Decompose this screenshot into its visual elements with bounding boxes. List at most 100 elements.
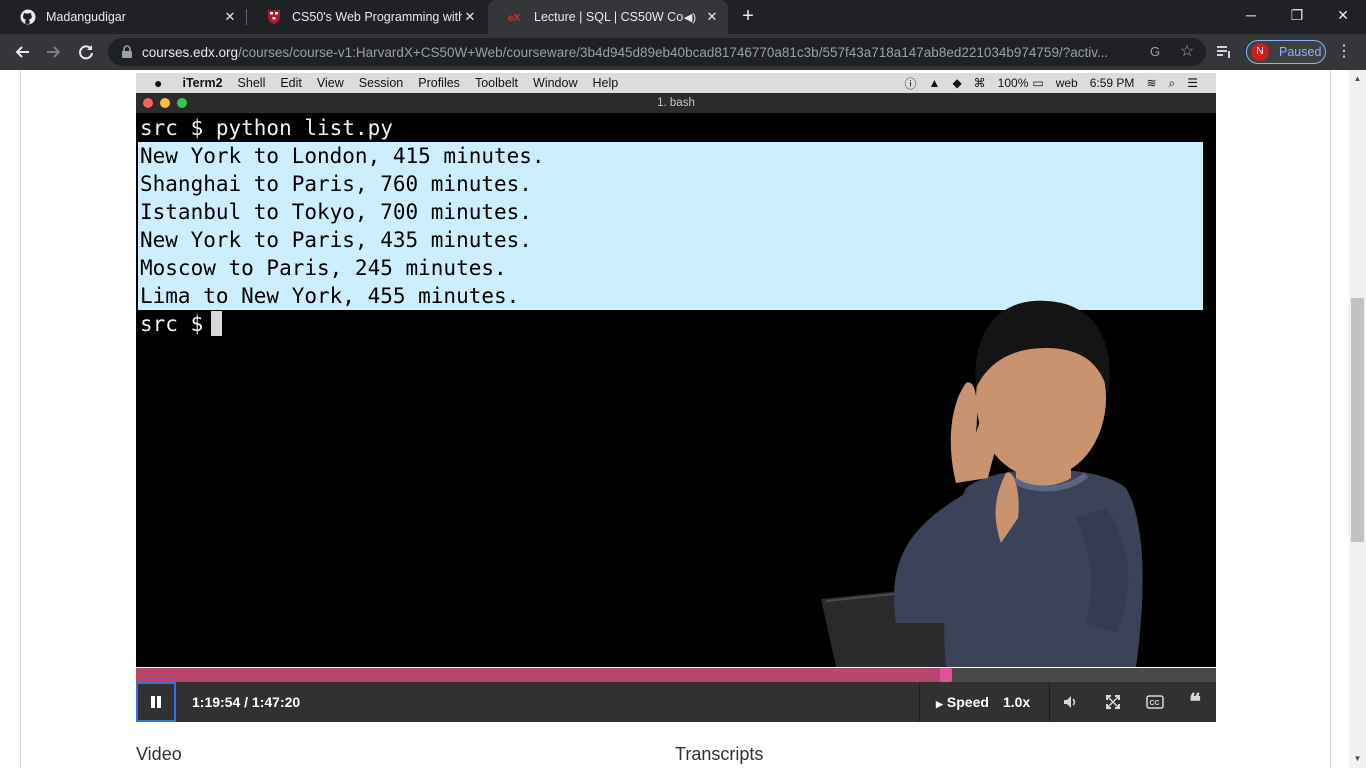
page-scrollbar[interactable]: ▲ ▼	[1349, 70, 1366, 768]
menu-item: Profiles	[418, 76, 460, 90]
svg-text:eX: eX	[508, 13, 521, 23]
transcripts-heading: Transcripts	[675, 744, 764, 764]
menu-item: View	[316, 76, 344, 90]
edx-icon: eX	[508, 9, 524, 25]
pause-button[interactable]	[136, 682, 176, 722]
output-line: Moscow to Paris, 245 minutes.	[140, 256, 507, 280]
browser-toolbar: courses.edx.org/courses/course-v1:Harvar…	[0, 34, 1366, 70]
reload-button[interactable]	[72, 38, 100, 66]
terminal-cursor	[211, 311, 222, 336]
bookmark-star-icon[interactable]: ☆	[1179, 44, 1195, 60]
mac-menubar: ● iTerm2 Shell Edit View Session Profile…	[136, 73, 1216, 93]
menu-app-name: iTerm2	[182, 76, 223, 90]
url-host: courses.edx.org	[142, 44, 239, 60]
chrome-menu-icon[interactable]: ⋮	[1336, 42, 1352, 62]
restore-icon[interactable]: ❐	[1274, 0, 1320, 30]
volume-icon	[1064, 696, 1076, 708]
mac-status-area: ⓘ ▲ ◆ ⌘ 100% ▭ web 6:59 PM ≋ ⌕ ☰	[893, 73, 1198, 93]
output-line: New York to Paris, 435 minutes.	[140, 228, 532, 252]
maximize-dot-icon	[177, 98, 187, 108]
tab-title: CS50's Web Programming with P	[292, 10, 462, 24]
lock-icon[interactable]	[120, 45, 134, 59]
back-button[interactable]	[8, 38, 36, 66]
quote-icon: ❝	[1189, 689, 1201, 715]
close-tab-icon[interactable]: ✕	[704, 9, 720, 25]
tab-lecture-active[interactable]: eX Lecture | SQL | CS50W Cours ◀) ✕	[488, 0, 728, 34]
menu-item: Session	[358, 76, 404, 90]
harvard-shield-icon	[266, 9, 282, 25]
github-icon	[20, 9, 36, 25]
url-path: /courses/course-v1:HarvardX+CS50W+Web/co…	[238, 44, 1109, 60]
content-border	[20, 70, 21, 768]
tab-title: Madangudigar	[46, 10, 126, 24]
terminal-title: 1. bash	[136, 93, 1216, 113]
progress-fill	[136, 668, 946, 682]
prompt-line: src $	[140, 312, 216, 336]
output-line: Lima to New York, 455 minutes.	[140, 284, 520, 308]
audio-playing-icon[interactable]: ◀)	[684, 11, 696, 24]
docker-icon: ▲	[928, 76, 941, 90]
video-player[interactable]: ● iTerm2 Shell Edit View Session Profile…	[136, 73, 1216, 667]
output-line: Shanghai to Paris, 760 minutes.	[140, 172, 532, 196]
content-border	[1330, 70, 1331, 768]
caret-right-icon: ▶	[936, 699, 943, 709]
pause-icon	[150, 696, 162, 708]
tab-github[interactable]: Madangudigar ✕	[0, 0, 246, 34]
translate-icon[interactable]: G	[1147, 44, 1163, 60]
close-dot-icon	[143, 98, 153, 108]
output-line: Istanbul to Tokyo, 700 minutes.	[140, 200, 532, 224]
clock: 6:59 PM	[1089, 76, 1135, 90]
scroll-down-icon[interactable]: ▼	[1353, 754, 1362, 763]
avatar: N	[1251, 43, 1269, 61]
transcript-toggle-button[interactable]: ❝	[1174, 682, 1216, 722]
captions-button[interactable]: CC	[1134, 682, 1176, 722]
playlist-icon	[1217, 46, 1230, 58]
minimize-dot-icon	[160, 98, 170, 108]
battery-icon: ▭	[1032, 76, 1044, 90]
profile-button[interactable]: N Paused	[1246, 40, 1326, 64]
tab-cs50[interactable]: CS50's Web Programming with P ✕	[246, 0, 486, 34]
status-label: web	[1055, 76, 1078, 90]
forward-button[interactable]	[40, 38, 68, 66]
svg-text:CC: CC	[1150, 700, 1160, 707]
close-tab-icon[interactable]: ✕	[222, 9, 238, 25]
menu-item: Edit	[280, 76, 302, 90]
fullscreen-icon	[1106, 695, 1120, 709]
scroll-thumb[interactable]	[1351, 298, 1364, 542]
url-text: courses.edx.org/courses/course-v1:Harvar…	[142, 45, 1132, 60]
control-divider	[919, 682, 920, 722]
video-controls: 1:19:54 / 1:47:20 ▶ Speed 1.0x CC ❝	[136, 682, 1216, 722]
volume-button[interactable]	[1050, 682, 1092, 722]
menu-item: Help	[592, 76, 619, 90]
video-progress-bar[interactable]	[136, 668, 1216, 682]
output-line: New York to London, 415 minutes.	[140, 144, 545, 168]
profile-status: Paused	[1279, 45, 1322, 59]
presenter-figure	[821, 300, 1143, 667]
new-tab-button[interactable]: +	[738, 6, 758, 26]
progress-scrubber[interactable]	[940, 668, 952, 682]
speed-button[interactable]: ▶ Speed 1.0x	[936, 682, 1030, 722]
reload-icon	[79, 45, 93, 60]
close-tab-icon[interactable]: ✕	[462, 9, 478, 25]
tab-strip: Madangudigar ✕ CS50's Web Programming wi…	[0, 0, 1366, 34]
speed-label: Speed	[946, 694, 989, 710]
spotlight-icon: ⌕	[1168, 75, 1176, 90]
apple-icon: ●	[154, 75, 163, 91]
minimize-icon[interactable]: ─	[1228, 0, 1274, 30]
page-content: ● iTerm2 Shell Edit View Session Profile…	[0, 70, 1366, 768]
forward-arrow-icon	[47, 46, 61, 58]
close-window-icon[interactable]: ✕	[1320, 0, 1366, 30]
back-arrow-icon	[15, 46, 29, 58]
command-icon: ⌘	[973, 76, 986, 90]
command-line: src $ python list.py	[140, 116, 393, 140]
media-control-button[interactable]	[1210, 38, 1238, 66]
dropbox-icon: ◆	[952, 76, 962, 90]
time-display: 1:19:54 / 1:47:20	[192, 694, 301, 710]
wifi-icon: ≋	[1146, 76, 1157, 90]
notification-list-icon: ☰	[1187, 76, 1198, 90]
closed-captions-icon: CC	[1146, 695, 1164, 709]
menu-item: Shell	[237, 76, 266, 90]
scroll-up-icon[interactable]: ▲	[1353, 74, 1362, 83]
fullscreen-button[interactable]	[1092, 682, 1134, 722]
address-bar[interactable]: courses.edx.org/courses/course-v1:Harvar…	[108, 38, 1206, 66]
